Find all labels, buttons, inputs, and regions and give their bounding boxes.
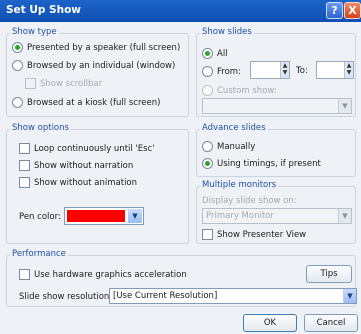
radio-indicator bbox=[202, 85, 213, 96]
show-options-label: Show options bbox=[10, 123, 71, 133]
without-animation-checkbox[interactable]: Show without animation bbox=[19, 177, 137, 188]
pen-color-swatch bbox=[67, 210, 125, 222]
resolution-value: [Use Current Resolution] bbox=[113, 291, 218, 301]
browsed-individual-radio[interactable]: Browsed by an individual (window) bbox=[12, 60, 175, 71]
custom-show-select: ▼ bbox=[202, 98, 352, 114]
hardware-accel-checkbox[interactable]: Use hardware graphics acceleration bbox=[19, 269, 187, 280]
chevron-down-icon: ▼ bbox=[338, 99, 351, 113]
resolution-label: Slide show resolution: bbox=[19, 292, 113, 302]
loop-label: Loop continuously until 'Esc' bbox=[34, 143, 155, 154]
chevron-down-icon: ▼ bbox=[343, 289, 356, 303]
all-slides-radio[interactable]: All bbox=[202, 48, 228, 59]
monitor-select: Primary Monitor ▼ bbox=[202, 208, 352, 224]
pen-color-picker[interactable]: ▼ bbox=[64, 207, 144, 225]
chevron-down-icon: ▼ bbox=[128, 209, 142, 223]
show-scrollbar-checkbox: Show scrollbar bbox=[25, 78, 102, 89]
radio-selected-indicator bbox=[12, 42, 23, 53]
tips-button[interactable]: Tips bbox=[306, 265, 352, 283]
resolution-select[interactable]: [Use Current Resolution] ▼ bbox=[109, 288, 357, 304]
from-slides-radio[interactable]: From: bbox=[202, 66, 241, 77]
checkbox-box bbox=[19, 177, 30, 188]
to-slide-input[interactable]: ▲ ▼ bbox=[316, 61, 354, 79]
custom-show-label: Custom show: bbox=[217, 85, 277, 96]
browsed-kiosk-label: Browsed at a kiosk (full screen) bbox=[27, 97, 161, 108]
to-spinner[interactable]: ▲ ▼ bbox=[344, 62, 353, 78]
manually-label: Manually bbox=[217, 141, 256, 152]
manually-radio[interactable]: Manually bbox=[202, 141, 255, 152]
checkbox-box bbox=[202, 229, 213, 240]
advance-slides-label: Advance slides bbox=[200, 123, 268, 133]
pen-color-label: Pen color: bbox=[19, 212, 61, 222]
chevron-down-icon: ▼ bbox=[338, 209, 351, 223]
browsed-individual-label: Browsed by an individual (window) bbox=[27, 60, 176, 71]
checkbox-box bbox=[19, 160, 30, 171]
loop-checkbox[interactable]: Loop continuously until 'Esc' bbox=[19, 143, 155, 154]
window-title: Set Up Show bbox=[6, 4, 82, 16]
advance-slides-group bbox=[196, 129, 356, 177]
checkbox-box bbox=[25, 78, 36, 89]
using-timings-radio[interactable]: Using timings, if present bbox=[202, 158, 321, 169]
cancel-button[interactable]: Cancel bbox=[304, 314, 358, 332]
show-slides-label: Show slides bbox=[200, 27, 254, 37]
radio-indicator bbox=[202, 66, 213, 77]
radio-indicator bbox=[202, 141, 213, 152]
custom-show-radio: Custom show: bbox=[202, 85, 277, 96]
radio-selected-indicator bbox=[202, 158, 213, 169]
using-timings-label: Using timings, if present bbox=[217, 158, 321, 169]
without-animation-label: Show without animation bbox=[34, 177, 138, 188]
presented-by-speaker-radio[interactable]: Presented by a speaker (full screen) bbox=[12, 42, 180, 53]
from-slide-input[interactable]: ▲ ▼ bbox=[250, 61, 290, 79]
from-label: From: bbox=[217, 66, 241, 77]
monitor-value: Primary Monitor bbox=[206, 211, 274, 221]
to-label: To: bbox=[296, 66, 308, 76]
ok-button[interactable]: OK bbox=[243, 314, 297, 332]
display-on-label: Display slide show on: bbox=[202, 196, 297, 206]
browsed-kiosk-radio[interactable]: Browsed at a kiosk (full screen) bbox=[12, 97, 160, 108]
all-slides-label: All bbox=[217, 48, 228, 59]
without-narration-label: Show without narration bbox=[34, 160, 134, 171]
checkbox-box bbox=[19, 269, 30, 280]
help-button[interactable]: ? bbox=[326, 2, 343, 19]
hardware-accel-label: Use hardware graphics acceleration bbox=[34, 269, 187, 280]
performance-label: Performance bbox=[10, 249, 68, 259]
radio-selected-indicator bbox=[202, 48, 213, 59]
checkbox-box bbox=[19, 143, 30, 154]
radio-indicator bbox=[12, 97, 23, 108]
show-scrollbar-label: Show scrollbar bbox=[40, 78, 103, 89]
presenter-view-label: Show Presenter View bbox=[217, 229, 307, 240]
multiple-monitors-label: Multiple monitors bbox=[200, 180, 279, 190]
title-bar: Set Up Show ? X bbox=[0, 0, 361, 22]
without-narration-checkbox[interactable]: Show without narration bbox=[19, 160, 133, 171]
close-button[interactable]: X bbox=[344, 2, 361, 19]
radio-indicator bbox=[12, 60, 23, 71]
presented-by-speaker-label: Presented by a speaker (full screen) bbox=[27, 42, 181, 53]
from-spinner[interactable]: ▲ ▼ bbox=[280, 62, 289, 78]
presenter-view-checkbox[interactable]: Show Presenter View bbox=[202, 229, 306, 240]
show-type-label: Show type bbox=[10, 27, 59, 37]
